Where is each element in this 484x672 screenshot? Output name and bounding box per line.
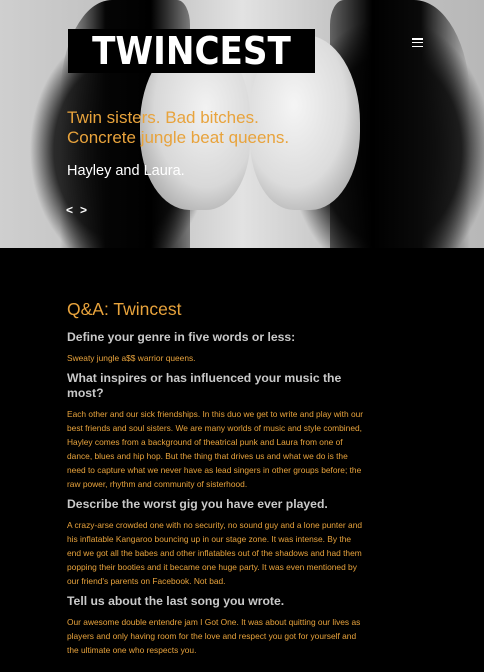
site-logo-text: TWINCEST — [92, 29, 291, 73]
menu-bar — [412, 45, 423, 47]
tagline-line-1: Twin sisters. Bad bitches. — [67, 108, 259, 127]
slider-arrows: < > — [66, 203, 87, 217]
article-title: Q&A: Twincest — [67, 299, 182, 319]
answer-2: Each other and our sick friendships. In … — [67, 409, 364, 489]
menu-bar — [412, 38, 423, 40]
article-content: Q&A: Twincest Define your genre in five … — [67, 298, 367, 663]
page: TWINCEST Twin sisters. Bad bitches. Conc… — [0, 0, 484, 672]
question-4: Tell us about the last song you wrote. — [67, 594, 285, 608]
tagline-line-2: Concrete jungle beat queens. — [67, 128, 290, 147]
hero-banner: TWINCEST Twin sisters. Bad bitches. Conc… — [0, 0, 484, 248]
question-1: Define your genre in five words or less: — [67, 330, 296, 344]
answer-4: Our awesome double entendre jam I Got On… — [67, 617, 361, 655]
chevron-right-icon[interactable]: > — [80, 203, 87, 217]
question-3: Describe the worst gig you have ever pla… — [67, 497, 328, 511]
site-logo[interactable]: TWINCEST — [68, 29, 315, 73]
menu-bar — [412, 41, 423, 44]
answer-3: A crazy-arse crowded one with no securit… — [67, 520, 363, 586]
answer-1: Sweaty jungle a$$ warrior queens. — [67, 353, 196, 363]
hero-tagline: Twin sisters. Bad bitches. Concrete jung… — [67, 108, 289, 148]
hero-subline: Hayley and Laura. — [67, 163, 185, 179]
chevron-left-icon[interactable]: < — [66, 203, 73, 217]
question-2: What inspires or has influenced your mus… — [67, 371, 342, 400]
hamburger-menu-icon[interactable] — [412, 38, 423, 47]
